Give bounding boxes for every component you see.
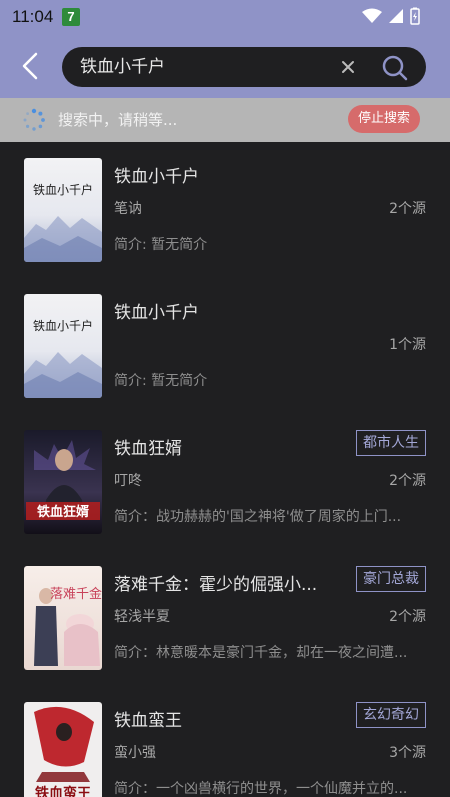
book-intro: 简介: 暂无简介 xyxy=(114,373,208,389)
book-category-tag: 都市人生 xyxy=(356,430,426,456)
book-cover: 铁血小千户 xyxy=(24,158,102,262)
status-bar: 11:04 7 xyxy=(0,0,450,34)
search-status-text: 搜索中，请稍等... xyxy=(58,111,178,129)
search-button[interactable] xyxy=(380,53,410,83)
book-intro: 简介: 暂无简介 xyxy=(114,237,208,253)
book-source-count: 1个源 xyxy=(389,337,426,353)
cover-title-text: 落难千金 xyxy=(50,586,102,602)
status-time: 11:04 xyxy=(12,7,54,26)
book-author: 叮咚 xyxy=(114,473,142,489)
loading-spinner-icon xyxy=(23,108,45,131)
wifi-icon xyxy=(362,8,382,23)
book-author: 蛮小强 xyxy=(114,745,156,761)
battery-icon xyxy=(410,7,420,25)
book-cover: 落难千金 xyxy=(24,566,102,670)
book-source-count: 2个源 xyxy=(389,473,426,489)
search-icon xyxy=(382,55,408,81)
signal-icon xyxy=(389,9,403,23)
book-cover: 铁血蛮王 xyxy=(24,702,102,797)
stop-search-button[interactable]: 停止搜索 xyxy=(348,105,420,133)
book-cover: 铁血狂婿 xyxy=(24,430,102,534)
book-source-count: 2个源 xyxy=(389,201,426,217)
book-title: 铁血小千户 xyxy=(114,167,199,187)
book-title: 铁血狂婿 xyxy=(114,439,182,459)
book-intro: 简介：林意暖本是豪门千金，却在一夜之间遭... xyxy=(114,645,408,661)
cover-title-text: 铁血小千户 xyxy=(33,182,93,197)
search-header xyxy=(0,34,450,98)
book-category-tag: 玄幻奇幻 xyxy=(356,702,426,728)
close-icon xyxy=(342,61,354,73)
notification-badge-icon: 7 xyxy=(62,8,80,26)
search-input[interactable] xyxy=(80,47,330,87)
clear-button[interactable] xyxy=(338,57,358,77)
book-author: 轻浅半夏 xyxy=(114,609,170,625)
book-title: 落难千金：霍少的倔强小... xyxy=(114,575,318,595)
book-intro: 简介：战功赫赫的'国之神将'做了周家的上门... xyxy=(114,509,402,525)
chevron-left-icon xyxy=(22,52,38,80)
book-item[interactable]: 铁血小千户 铁血小千户 1个源 简介: 暂无简介 xyxy=(0,278,450,414)
book-item[interactable]: 铁血狂婿 铁血狂婿 都市人生 叮咚 2个源 简介：战功赫赫的'国之神将'做了周家… xyxy=(0,414,450,550)
book-author: 笔讷 xyxy=(114,201,142,217)
book-item[interactable]: 铁血蛮王 铁血蛮王 玄幻奇幻 蛮小强 3个源 简介：一个凶兽横行的世界，一个仙魔… xyxy=(0,686,450,797)
book-item[interactable]: 铁血小千户 铁血小千户 笔讷 2个源 简介: 暂无简介 xyxy=(0,142,450,278)
status-icons xyxy=(362,7,420,25)
back-button[interactable] xyxy=(16,50,46,82)
search-box xyxy=(62,47,426,87)
book-cover: 铁血小千户 xyxy=(24,294,102,398)
cover-title-text: 铁血小千户 xyxy=(33,318,93,333)
cover-title-text: 铁血蛮王 xyxy=(35,785,91,797)
book-item[interactable]: 落难千金 落难千金：霍少的倔强小... 豪门总裁 轻浅半夏 2个源 简介：林意暖… xyxy=(0,550,450,686)
book-title: 铁血蛮王 xyxy=(114,711,182,731)
book-category-tag: 豪门总裁 xyxy=(356,566,426,592)
book-source-count: 2个源 xyxy=(389,609,426,625)
book-source-count: 3个源 xyxy=(389,745,426,761)
search-progress-bar: 搜索中，请稍等... 停止搜索 xyxy=(0,98,450,142)
cover-title-text: 铁血狂婿 xyxy=(36,504,90,520)
search-result-list: 铁血小千户 铁血小千户 笔讷 2个源 简介: 暂无简介 铁血小千户 铁血小千户 … xyxy=(0,142,450,797)
book-intro: 简介：一个凶兽横行的世界，一个仙魔并立的... xyxy=(114,781,408,797)
book-title: 铁血小千户 xyxy=(114,303,199,323)
